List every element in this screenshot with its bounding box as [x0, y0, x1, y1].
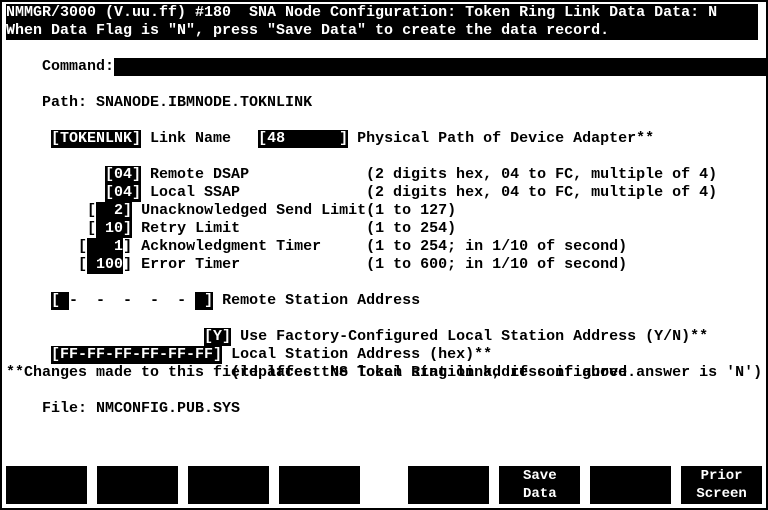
err-open: [	[78, 256, 87, 274]
err-timer-hint: (1 to 600; in 1/10 of second)	[366, 256, 627, 274]
local-addr-label: Local Station Address (hex)**	[222, 346, 492, 364]
fkey-save-line1: Save	[523, 467, 557, 485]
path-value: SNANODE.IBMNODE.TOKNLINK	[96, 94, 312, 112]
fkey-5[interactable]	[408, 466, 489, 504]
fkey-7[interactable]	[590, 466, 671, 504]
link-name-field[interactable]: [TOKENLNK]	[51, 130, 141, 148]
file-label: File:	[42, 400, 96, 418]
remote-dsap-field[interactable]: [04]	[105, 166, 141, 184]
file-value: NMCONFIG.PUB.SYS	[96, 400, 240, 418]
remote-addr-close: ]	[195, 292, 213, 310]
remote-dsap-label: Remote DSAP	[141, 166, 366, 184]
use-factory-field[interactable]: [Y]	[204, 328, 231, 346]
fkey-prior-line1: Prior	[701, 467, 743, 485]
command-label: Command:	[42, 58, 114, 76]
phys-path-field[interactable]: [48 ]	[258, 130, 348, 148]
fkey-3[interactable]	[188, 466, 269, 504]
ack-timer-label: Acknowledgment Timer	[132, 238, 366, 256]
err-close: ]	[123, 256, 132, 274]
local-ssap-hint: (2 digits hex, 04 to FC, multiple of 4)	[366, 184, 717, 202]
remote-dsap-hint: (2 digits hex, 04 to FC, multiple of 4)	[366, 166, 717, 184]
local-addr-field[interactable]: [FF-FF-FF-FF-FF-FF]	[51, 346, 222, 364]
err-timer-label: Error Timer	[132, 256, 366, 274]
ack-timer-hint: (1 to 254; in 1/10 of second)	[366, 238, 627, 256]
retry-limit-label: Retry Limit	[132, 220, 366, 238]
title-line-2: When Data Flag is "N", press "Save Data"…	[6, 22, 758, 40]
ack-close: ]	[123, 238, 132, 256]
retry-limit-field[interactable]: 10]	[96, 220, 132, 238]
title-line-1: NMMGR/3000 (V.uu.ff) #180 SNA Node Confi…	[6, 4, 758, 22]
fkey-save-data[interactable]: Save Data	[499, 466, 580, 504]
fkey-2[interactable]	[97, 466, 178, 504]
remote-addr-label: Remote Station Address	[213, 292, 420, 310]
ack-open: [	[78, 238, 87, 256]
remote-addr-open: [	[51, 292, 69, 310]
fkey-4[interactable]	[279, 466, 360, 504]
fkey-prior-screen[interactable]: Prior Screen	[681, 466, 762, 504]
link-name-label: Link Name	[141, 130, 258, 148]
footer-note: **Changes made to this field affect NS T…	[6, 364, 636, 382]
unack-send-hint: (1 to 127)	[366, 202, 456, 220]
path-label: Path:	[42, 94, 96, 112]
retry-limit-hint: (1 to 254)	[366, 220, 456, 238]
unack-send-field[interactable]: 2]	[96, 202, 132, 220]
err-timer-field[interactable]: 100	[87, 256, 123, 274]
phys-path-label: Physical Path of Device Adapter**	[348, 130, 654, 148]
local-ssap-field[interactable]: [04]	[105, 184, 141, 202]
fkey-1[interactable]	[6, 466, 87, 504]
terminal-screen: NMMGR/3000 (V.uu.ff) #180 SNA Node Confi…	[0, 0, 768, 510]
command-input[interactable]	[114, 58, 768, 76]
retry-open: [	[87, 220, 96, 238]
unack-send-label: Unacknowledged Send Limit	[132, 202, 366, 220]
local-ssap-label: Local SSAP	[141, 184, 366, 202]
fkey-save-line2: Data	[523, 485, 557, 503]
unack-open: [	[87, 202, 96, 220]
ack-timer-field[interactable]: 1	[87, 238, 123, 256]
remote-addr-field[interactable]: - - - - -	[69, 292, 195, 310]
use-factory-label: Use Factory-Configured Local Station Add…	[231, 328, 708, 346]
function-key-bar: Save Data Prior Screen	[6, 466, 762, 504]
fkey-prior-line2: Screen	[696, 485, 746, 503]
